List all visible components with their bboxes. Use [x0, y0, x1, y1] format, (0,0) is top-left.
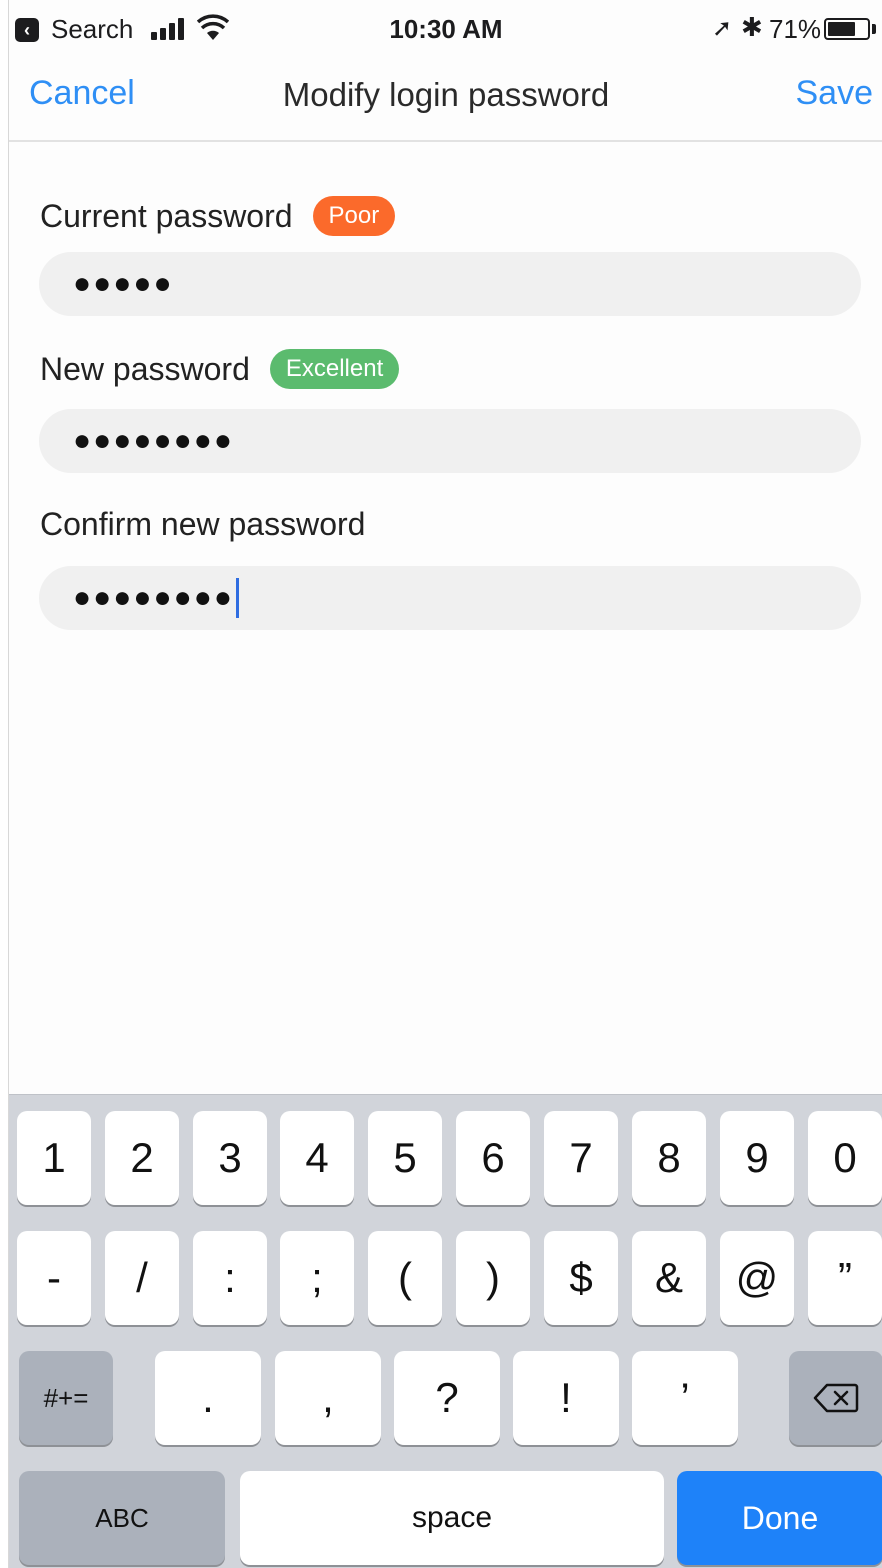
- new-password-strength-badge: Excellent: [269, 349, 400, 389]
- key-symbol-0[interactable]: -: [17, 1231, 91, 1325]
- bluetooth-icon: ✱: [741, 12, 763, 42]
- location-arrow-icon: ➚: [712, 15, 733, 42]
- battery-level: [828, 22, 855, 36]
- key-1[interactable]: 1: [17, 1111, 91, 1205]
- key-symbol-7[interactable]: &: [632, 1231, 706, 1325]
- key-more-symbols[interactable]: #+=: [19, 1351, 113, 1445]
- key-punctuation-1[interactable]: ,: [275, 1351, 381, 1445]
- page-title: Modify login password: [282, 76, 610, 113]
- key-punctuation-3[interactable]: !: [513, 1351, 619, 1445]
- key-symbol-5[interactable]: ): [456, 1231, 530, 1325]
- key-symbol-3[interactable]: ;: [280, 1231, 354, 1325]
- save-button[interactable]: Save: [796, 74, 874, 113]
- key-symbol-1[interactable]: /: [105, 1231, 179, 1325]
- key-5[interactable]: 5: [368, 1111, 442, 1205]
- key-delete[interactable]: [789, 1351, 882, 1445]
- status-bar: ‹ Search 10:30 AM ➚ ✱ 71%: [9, 0, 882, 58]
- key-punctuation-4[interactable]: ’: [632, 1351, 738, 1445]
- new-password-field[interactable]: ●●●●●●●●: [39, 409, 861, 473]
- key-symbol-4[interactable]: (: [368, 1231, 442, 1325]
- battery-icon: [824, 18, 870, 40]
- navigation-bar: Cancel Modify login password Save: [9, 58, 882, 142]
- new-password-value: ●●●●●●●●: [73, 424, 234, 457]
- text-cursor: [235, 578, 239, 618]
- key-6[interactable]: 6: [456, 1111, 530, 1205]
- current-password-field[interactable]: ●●●●●: [39, 252, 861, 316]
- confirm-password-label-row: Confirm new password: [40, 506, 365, 543]
- key-0[interactable]: 0: [808, 1111, 882, 1205]
- key-symbol-8[interactable]: @: [720, 1231, 794, 1325]
- key-8[interactable]: 8: [632, 1111, 706, 1205]
- key-symbol-9[interactable]: ”: [808, 1231, 882, 1325]
- key-symbol-2[interactable]: :: [193, 1231, 267, 1325]
- current-password-value: ●●●●●: [73, 267, 174, 300]
- numeric-keyboard: #+= ABC space Done 1 2 3 4 5 6 7 8 9 0 - /:;() $ & @”.…: [9, 1094, 882, 1568]
- confirm-password-field[interactable]: ●●●●●●●●: [39, 566, 861, 630]
- new-password-label-row: New password Excellent: [40, 349, 400, 389]
- confirm-password-value: ●●●●●●●●: [73, 581, 234, 614]
- current-password-label: Current password: [40, 197, 293, 234]
- key-space[interactable]: space: [240, 1471, 664, 1565]
- key-punctuation-0[interactable]: .: [155, 1351, 261, 1445]
- battery-percent: 71%: [769, 14, 822, 44]
- delete-backspace-icon: [813, 1383, 859, 1413]
- key-3[interactable]: 3: [193, 1111, 267, 1205]
- key-done[interactable]: Done: [677, 1471, 882, 1565]
- confirm-password-label: Confirm new password: [40, 506, 366, 542]
- current-password-label-row: Current password Poor: [40, 196, 396, 236]
- key-4[interactable]: 4: [280, 1111, 354, 1205]
- current-password-strength-badge: Poor: [312, 196, 396, 236]
- new-password-label: New password: [40, 350, 250, 387]
- key-9[interactable]: 9: [720, 1111, 794, 1205]
- battery-tip: [872, 24, 876, 34]
- key-symbol-6[interactable]: $: [544, 1231, 618, 1325]
- app-screen: ‹ Search 10:30 AM ➚ ✱ 71% Cancel Modify …: [8, 0, 882, 1568]
- key-2[interactable]: 2: [105, 1111, 179, 1205]
- key-7[interactable]: 7: [544, 1111, 618, 1205]
- key-abc[interactable]: ABC: [19, 1471, 225, 1565]
- key-punctuation-2[interactable]: ?: [394, 1351, 500, 1445]
- cancel-button[interactable]: Cancel: [29, 74, 135, 113]
